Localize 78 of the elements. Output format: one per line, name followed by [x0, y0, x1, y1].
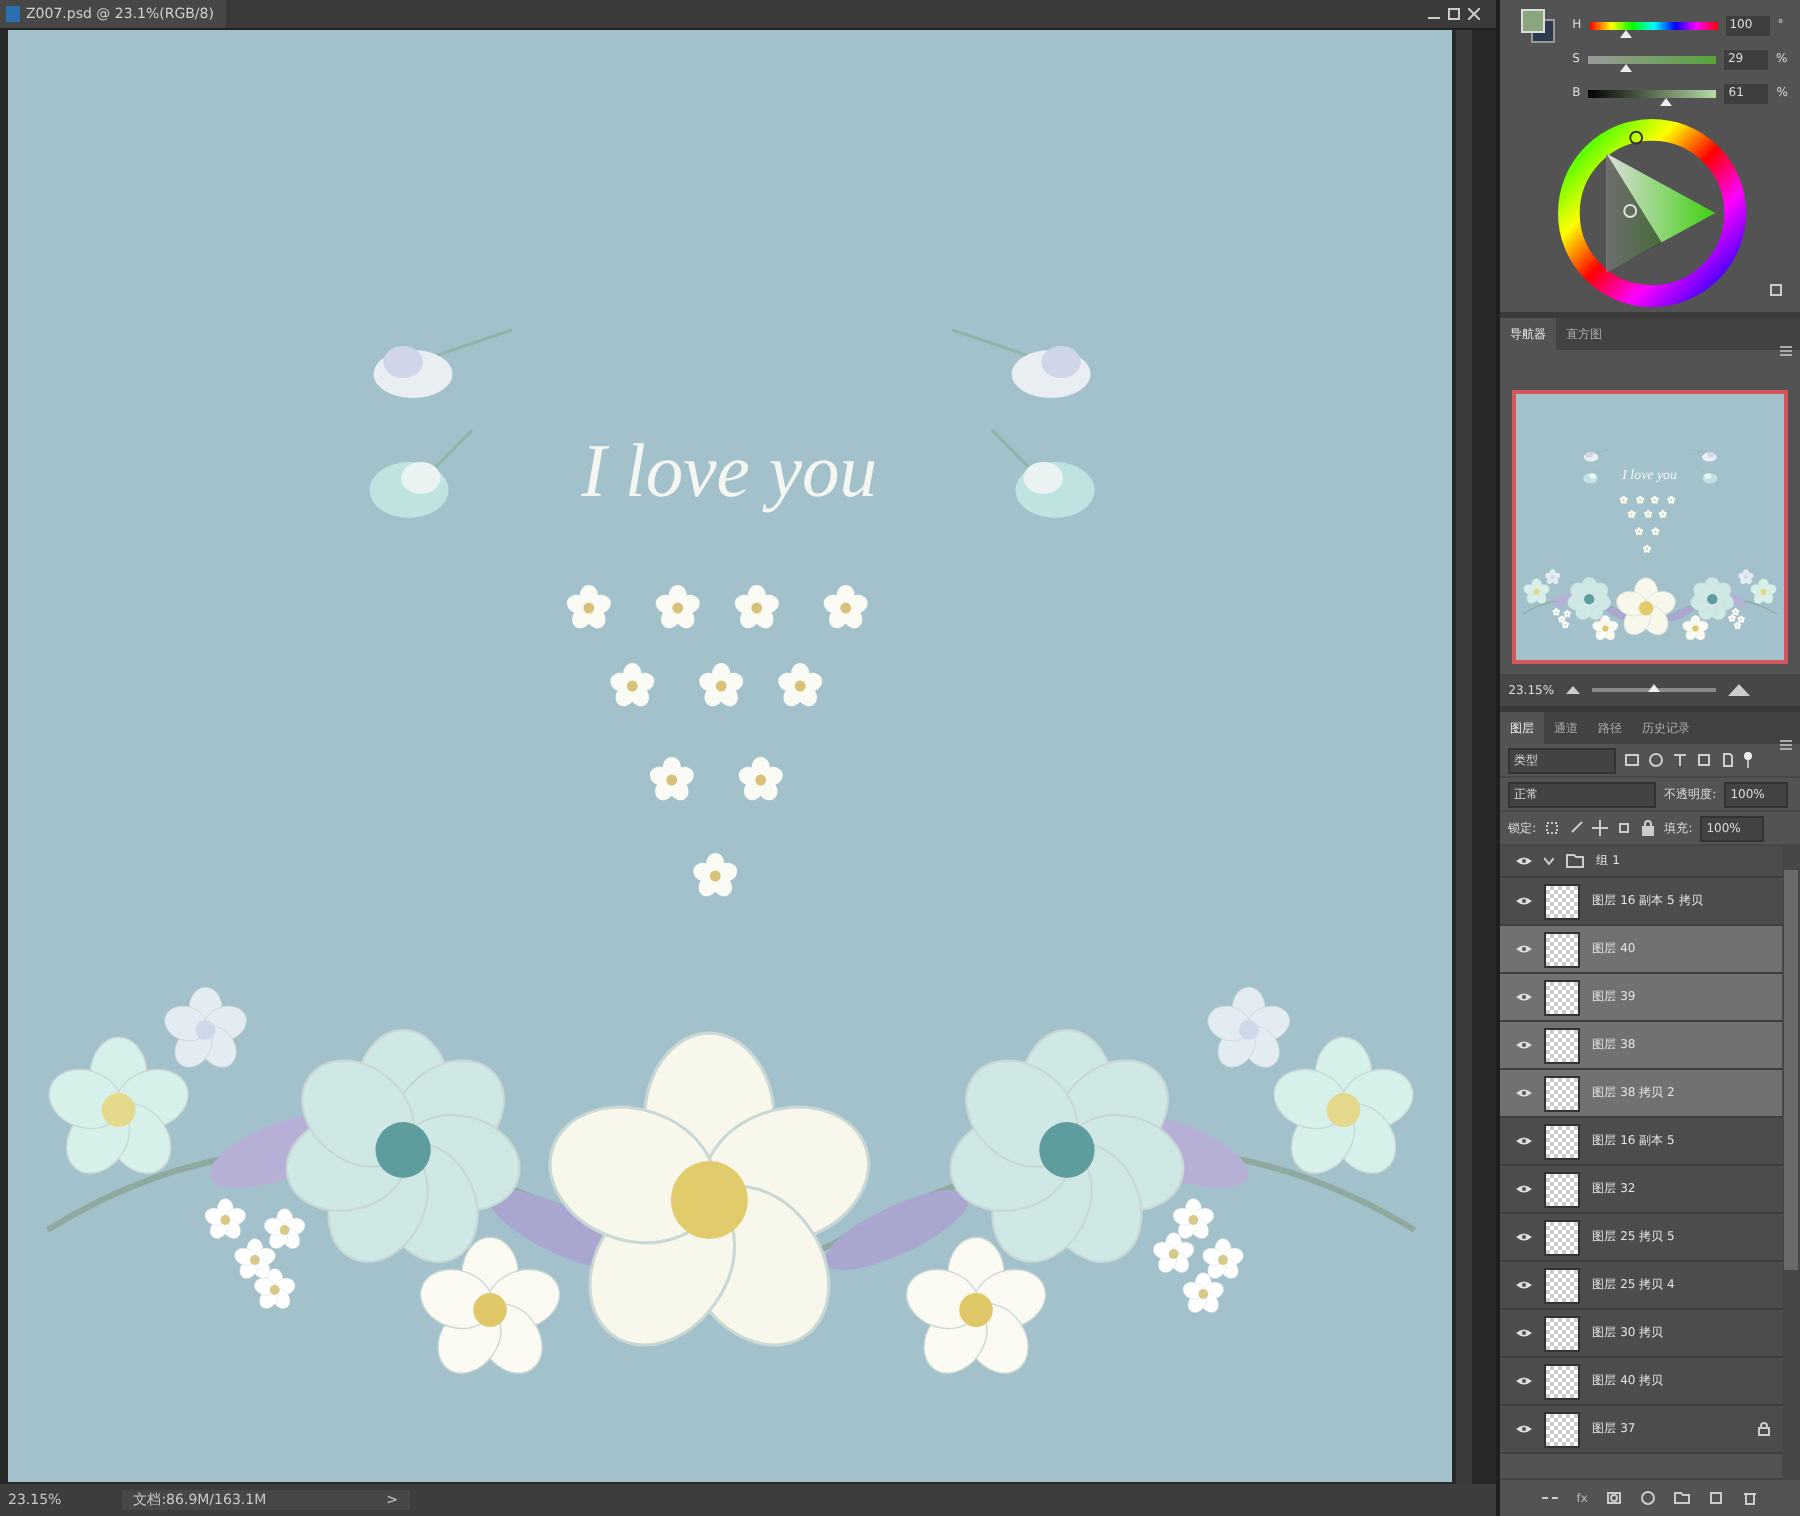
- eye-icon[interactable]: [1516, 856, 1533, 866]
- small-flower: [1644, 509, 1653, 518]
- layer-thumbnail: [1544, 1363, 1581, 1399]
- chevron-icon[interactable]: [1544, 856, 1555, 866]
- move-icon[interactable]: [1592, 820, 1609, 836]
- small-flower: [823, 584, 868, 629]
- small-flower: [699, 662, 744, 707]
- small-flower: [1651, 495, 1660, 504]
- lock-icon[interactable]: [1640, 820, 1657, 836]
- small-flower: [1635, 527, 1644, 536]
- layer-thumbnail: [1544, 1219, 1581, 1255]
- eye-icon[interactable]: [1516, 1424, 1533, 1434]
- eye-icon[interactable]: [1516, 1328, 1533, 1338]
- eye-icon[interactable]: [1516, 1280, 1533, 1290]
- small-flower: [1619, 495, 1629, 504]
- layer-thumbnail: [1544, 1123, 1581, 1159]
- layer-thumbnail: [1544, 931, 1581, 967]
- small-flower: [738, 756, 783, 801]
- small-flower: [778, 662, 823, 707]
- eye-icon[interactable]: [1516, 896, 1533, 906]
- eye-icon[interactable]: [1516, 944, 1533, 954]
- color-swatches-icon[interactable]: [1520, 8, 1557, 44]
- small-flower: [655, 584, 700, 629]
- small-flower: [1651, 527, 1660, 536]
- zoom-in-icon[interactable]: [1728, 684, 1751, 696]
- checker-icon[interactable]: [1544, 820, 1561, 836]
- smart-object-icon[interactable]: [1720, 752, 1737, 768]
- filter-toggle-icon[interactable]: [1744, 752, 1753, 768]
- image-icon[interactable]: [1624, 752, 1641, 768]
- layer-thumbnail: [1544, 979, 1581, 1015]
- flower-bud-drawing: [1583, 448, 1610, 484]
- layer-thumbnail: [1544, 1027, 1581, 1063]
- folder-icon[interactable]: [1673, 1490, 1690, 1506]
- slider-thumb[interactable]: [1619, 29, 1632, 37]
- small-flower: [649, 756, 694, 801]
- small-flower: [566, 584, 611, 629]
- layer-thumbnail: [1544, 1315, 1581, 1351]
- adjustment-icon[interactable]: [1639, 1490, 1656, 1506]
- eye-icon[interactable]: [1516, 1136, 1533, 1146]
- maximize-icon[interactable]: [1448, 8, 1460, 20]
- eye-icon[interactable]: [1516, 1184, 1533, 1194]
- eye-icon[interactable]: [1516, 992, 1533, 1002]
- small-flower: [1627, 509, 1637, 518]
- menu-icon[interactable]: [1780, 346, 1792, 356]
- layer-thumbnail: [1544, 1267, 1581, 1303]
- brush-icon[interactable]: [1568, 820, 1585, 836]
- mask-icon[interactable]: [1605, 1490, 1622, 1506]
- zoom-out-icon[interactable]: [1566, 686, 1581, 694]
- slider-thumb[interactable]: [1660, 97, 1673, 105]
- layer-thumbnail: [1544, 1171, 1581, 1207]
- small-flower: [1659, 509, 1668, 518]
- small-flower: [693, 852, 738, 897]
- eye-icon[interactable]: [1516, 1376, 1533, 1386]
- small-flower: [1667, 495, 1676, 504]
- panel-options-icon[interactable]: [1770, 282, 1784, 296]
- eye-icon[interactable]: [1516, 1040, 1533, 1050]
- small-flower: [1636, 495, 1645, 504]
- new-layer-icon[interactable]: [1707, 1490, 1724, 1506]
- close-icon[interactable]: [1468, 8, 1480, 20]
- small-flower: [1643, 544, 1652, 553]
- folder-icon: [1566, 854, 1585, 868]
- layer-thumbnail: [1544, 883, 1581, 919]
- scrollbar[interactable]: [1782, 846, 1800, 1478]
- layer-thumbnail: [1544, 1075, 1581, 1111]
- text-icon[interactable]: [1672, 752, 1689, 768]
- scrollbar[interactable]: [1456, 30, 1472, 1484]
- menu-icon[interactable]: [1780, 740, 1792, 750]
- slider-thumb[interactable]: [1619, 63, 1632, 71]
- layer-thumbnail: [1544, 1411, 1581, 1447]
- canvas-title-text: I love you: [581, 429, 877, 515]
- file-icon: [6, 6, 20, 22]
- eye-icon[interactable]: [1516, 1232, 1533, 1242]
- eye-icon[interactable]: [1516, 1088, 1533, 1098]
- flower-bud-drawing: [1691, 448, 1718, 484]
- small-flower: [610, 662, 655, 707]
- trash-icon[interactable]: [1741, 1490, 1758, 1506]
- slider-thumb[interactable]: [1648, 684, 1661, 692]
- small-flower: [734, 584, 779, 629]
